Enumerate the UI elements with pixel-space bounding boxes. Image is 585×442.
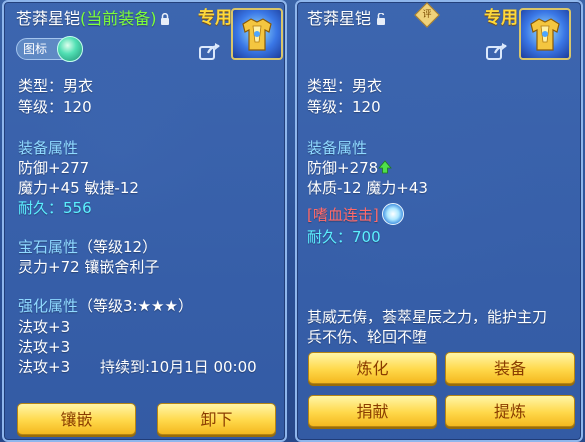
enhance-header: 强化属性 — [18, 297, 79, 315]
item-name: 苍莽星铠 — [307, 9, 372, 28]
refine-button[interactable]: 炼化 — [308, 352, 437, 384]
magic-agility-stat: 魔力+45 敏捷-12 — [18, 179, 139, 197]
inlay-button[interactable]: 镶嵌 — [17, 403, 136, 435]
gem-stat: 灵力+72 镶嵌舍利子 — [18, 258, 160, 276]
enhance-duration: 持续到:10月1日 00:00 — [100, 358, 257, 376]
special-skill-name: [嗜血连击] — [307, 206, 379, 224]
compare-equipment-panel: 苍莽星铠 评 专用 类型：男衣 等级：120 装备属性 防御+278 体质-12… — [295, 0, 583, 442]
enhance-attr-row: 强化属性（等级3:★★★） — [18, 295, 193, 316]
unlock-icon[interactable] — [376, 13, 386, 25]
donate-button[interactable]: 捐献 — [308, 395, 437, 427]
enhance-stat-1: 法攻+3 — [18, 318, 71, 336]
item-type: 类型：男衣 — [307, 77, 383, 95]
gem-attr-row: 宝石属性（等级12） — [18, 236, 157, 257]
share-icon[interactable] — [199, 42, 221, 60]
equip-attr-header: 装备属性 — [307, 139, 368, 157]
durability-value: 700 — [352, 228, 381, 246]
current-equip-status: (当前装备) — [80, 9, 157, 28]
gem-level: （等级12） — [78, 238, 158, 256]
enhance-stat-2: 法攻+3 — [18, 338, 71, 356]
green-orb-icon — [57, 36, 83, 62]
durability: 耐久：700 — [307, 226, 381, 247]
item-description-line-2: 兵不伤、轮回不堕 — [307, 328, 428, 346]
item-level: 等级：120 — [307, 98, 381, 116]
rating-label: 评 — [422, 10, 432, 20]
armor-item-icon[interactable] — [231, 8, 283, 60]
exclusive-label: 专用 — [484, 8, 518, 28]
share-icon[interactable] — [486, 42, 508, 60]
equip-attr-header: 装备属性 — [18, 139, 79, 157]
enhance-level: （等级3:★★★） — [78, 297, 193, 315]
icon-toggle-chip[interactable]: 图标 — [16, 36, 83, 62]
special-skill-row: [嗜血连击] — [307, 203, 404, 225]
swirl-skill-icon[interactable] — [381, 203, 404, 225]
rating-icon[interactable]: 评 — [414, 2, 440, 28]
durability-label: 耐久： — [307, 228, 353, 246]
defense-row: 防御+278 — [307, 157, 393, 178]
durability-value: 556 — [63, 199, 92, 217]
item-title: 苍莽星铠(当前装备) — [16, 5, 170, 29]
gem-header: 宝石属性 — [18, 238, 79, 256]
exclusive-label: 专用 — [198, 8, 232, 28]
chip-label: 图标 — [23, 42, 48, 56]
durability: 耐久：556 — [18, 197, 92, 218]
equip-button[interactable]: 装备 — [445, 352, 575, 384]
defense-stat: 防御+278 — [307, 159, 379, 177]
current-equipment-panel: 苍莽星铠(当前装备) 专用 图标 类型：男衣 等级：120 装备属性 防御+27… — [2, 0, 287, 442]
extract-button[interactable]: 提炼 — [445, 395, 575, 427]
lock-icon[interactable] — [160, 13, 170, 25]
item-type: 类型：男衣 — [18, 77, 94, 95]
durability-label: 耐久： — [18, 199, 64, 217]
item-name: 苍莽星铠 — [16, 9, 81, 28]
enhance-stat-3: 法攻+3 — [18, 358, 71, 376]
defense-stat: 防御+277 — [18, 159, 90, 177]
item-description-line-1: 其威无俦，荟萃星辰之力，能护主刀 — [307, 308, 548, 326]
unequip-button[interactable]: 卸下 — [157, 403, 276, 435]
armor-item-icon[interactable] — [519, 8, 571, 60]
item-title: 苍莽星铠 — [307, 5, 386, 29]
item-level: 等级：120 — [18, 98, 92, 116]
physique-magic-stat: 体质-12 魔力+43 — [307, 179, 428, 197]
green-up-arrow-icon — [378, 160, 393, 174]
